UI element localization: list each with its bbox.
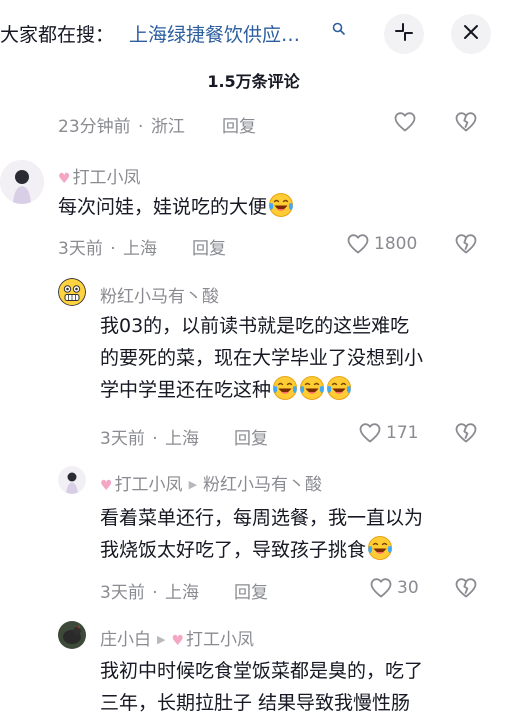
heart-outline-icon <box>346 232 370 256</box>
reply-arrow-icon: ▶ <box>157 633 166 646</box>
like-count: 30 <box>397 578 419 598</box>
laugh-cry-emoji <box>326 375 352 401</box>
comment-time: 3天前 <box>100 583 145 603</box>
avatar[interactable] <box>58 621 86 649</box>
comment-location: 浙江 <box>150 117 185 137</box>
avatar[interactable] <box>58 278 86 306</box>
comment-meta: 23分钟前 · 浙江 <box>58 117 185 137</box>
comment-text: 我03的，以前读书就是吃的这些难吃 的要死的菜，现在大学毕业了没想到小 学中学里… <box>100 315 424 401</box>
laugh-cry-emoji <box>272 375 298 401</box>
laugh-cry-emoji <box>299 375 325 401</box>
reply-target-username[interactable]: 粉红小马有丶酸 <box>203 475 322 495</box>
comment-location: 上海 <box>123 239 158 259</box>
comment-text: 我初中时候吃食堂饭菜都是臭的，吃了 三年，长期拉肚子 结果导致我慢性肠 <box>100 660 424 714</box>
reply-button[interactable]: 回复 <box>192 234 226 259</box>
heart-outline-icon <box>358 421 382 445</box>
collapse-icon <box>394 22 414 47</box>
avatar[interactable] <box>58 466 86 494</box>
comment-location: 上海 <box>165 583 200 603</box>
comment-time: 23分钟前 <box>58 117 131 137</box>
search-suggestion-link[interactable]: 上海绿捷餐饮供应… <box>129 20 300 47</box>
like-count: 171 <box>386 423 419 443</box>
heart-badge-icon: ♥ <box>58 171 71 187</box>
avatar[interactable] <box>0 160 44 204</box>
laugh-cry-emoji <box>367 535 393 561</box>
heart-outline-icon[interactable] <box>393 110 417 138</box>
comment-username[interactable]: ♥ 打工小凤 ▶ 粉红小马有丶酸 <box>100 470 322 495</box>
comment-username[interactable]: ♥ 打工小凤 <box>58 163 141 188</box>
comment-text: 看着菜单还行，每周选餐，我一直以为 我烧饭太好吃了，导致孩子挑食 <box>100 507 424 561</box>
close-icon <box>463 23 479 45</box>
comment-meta: 3天前 · 上海 <box>58 239 158 259</box>
comment-time: 3天前 <box>58 239 103 259</box>
broken-heart-icon[interactable] <box>454 421 478 449</box>
heart-badge-icon: ♥ <box>171 633 185 649</box>
heart-outline-icon <box>369 576 393 600</box>
comment-text: 每次问娃，娃说吃的大便 <box>58 191 294 223</box>
comment-meta: 3天前 · 上海 <box>100 429 200 449</box>
like-button[interactable]: 171 <box>358 421 418 445</box>
comment-username[interactable]: 庄小白 ▶ ♥ 打工小凤 <box>100 625 254 650</box>
comment-count-title: 1.5万条评论 <box>207 72 300 91</box>
comment-time: 3天前 <box>100 429 145 449</box>
reply-button[interactable]: 回复 <box>222 112 256 137</box>
broken-heart-icon[interactable] <box>454 232 478 260</box>
search-prefix: 大家都在搜： <box>0 24 115 46</box>
broken-heart-icon[interactable] <box>454 576 478 604</box>
reply-target-username[interactable]: 打工小凤 <box>186 630 254 650</box>
heart-badge-icon: ♥ <box>100 478 113 494</box>
laugh-cry-emoji <box>268 192 294 218</box>
broken-heart-icon[interactable] <box>454 110 478 138</box>
reply-button[interactable]: 回复 <box>234 424 268 449</box>
like-count: 1800 <box>374 234 418 254</box>
collapse-button[interactable] <box>384 14 424 54</box>
close-button[interactable] <box>451 14 491 54</box>
reply-arrow-icon: ▶ <box>188 478 198 491</box>
search-icon[interactable] <box>332 22 345 39</box>
like-button[interactable]: 1800 <box>346 232 417 256</box>
reply-button[interactable]: 回复 <box>234 578 268 603</box>
comment-username[interactable]: 粉红小马有丶酸 <box>100 282 219 307</box>
comment-meta: 3天前 · 上海 <box>100 583 200 603</box>
comment-location: 上海 <box>165 429 200 449</box>
like-button[interactable]: 30 <box>369 576 419 600</box>
